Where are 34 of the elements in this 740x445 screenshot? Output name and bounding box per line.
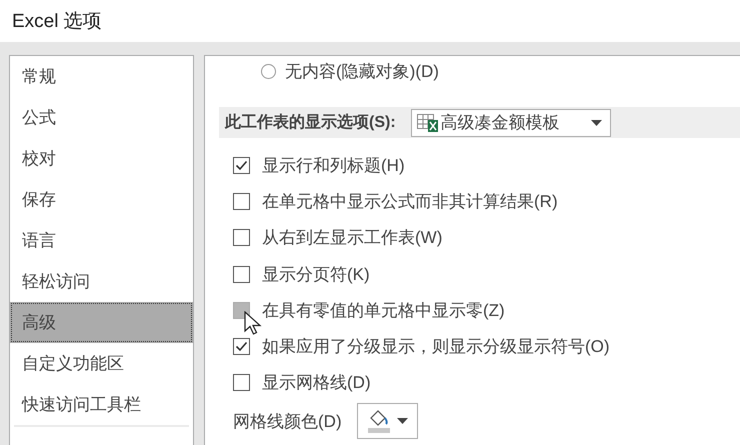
sidebar-item[interactable]: 语言 xyxy=(10,220,193,261)
radio-label: 无内容(隐藏对象)(D) xyxy=(285,60,439,82)
radio-button[interactable] xyxy=(261,64,276,78)
sidebar-item[interactable]: 常规 xyxy=(10,56,193,97)
color-picker-button[interactable] xyxy=(356,403,418,440)
option-label: 在具有零值的单元格中显示零(Z) xyxy=(262,300,505,322)
worksheet-icon xyxy=(416,112,439,132)
sidebar-item[interactable]: 公式 xyxy=(10,97,193,138)
sidebar-item[interactable]: 轻松访问 xyxy=(10,261,193,302)
option-label: 显示网格线(D) xyxy=(262,372,371,394)
sidebar-item[interactable]: 快速访问工具栏 xyxy=(10,384,193,425)
paint-bucket-icon xyxy=(366,408,391,434)
option-label: 显示分页符(K) xyxy=(262,264,370,286)
checkbox[interactable] xyxy=(233,338,250,356)
checkbox[interactable] xyxy=(233,192,250,210)
sidebar-item[interactable]: 高级 xyxy=(10,302,193,343)
option-label: 从右到左显示工作表(W) xyxy=(262,227,442,250)
sidebar-item[interactable]: 自定义功能区 xyxy=(10,343,193,384)
mouse-pointer-icon xyxy=(244,311,262,336)
option-label: 如果应用了分级显示，则显示分级显示符号(O) xyxy=(262,336,610,358)
sidebar-item[interactable]: 校对 xyxy=(10,138,193,179)
checkbox[interactable] xyxy=(233,374,250,392)
window-title: Excel 选项 xyxy=(12,10,102,34)
section-label: 此工作表的显示选项(S): xyxy=(225,112,396,133)
caret-icon xyxy=(590,120,602,126)
checkbox[interactable] xyxy=(233,266,250,283)
checkbox[interactable] xyxy=(233,229,250,246)
option-label: 显示行和列标题(H) xyxy=(262,154,405,177)
caret-icon xyxy=(396,418,408,424)
option-label: 在单元格中显示公式而非其计算结果(R) xyxy=(262,190,558,213)
sheet-dropdown[interactable]: 高级凑金额模板 xyxy=(410,108,611,136)
gridline-color-label: 网格线颜色(D) xyxy=(233,410,342,433)
sidebar-item[interactable]: 保存 xyxy=(10,179,193,220)
checkbox[interactable] xyxy=(233,156,250,174)
